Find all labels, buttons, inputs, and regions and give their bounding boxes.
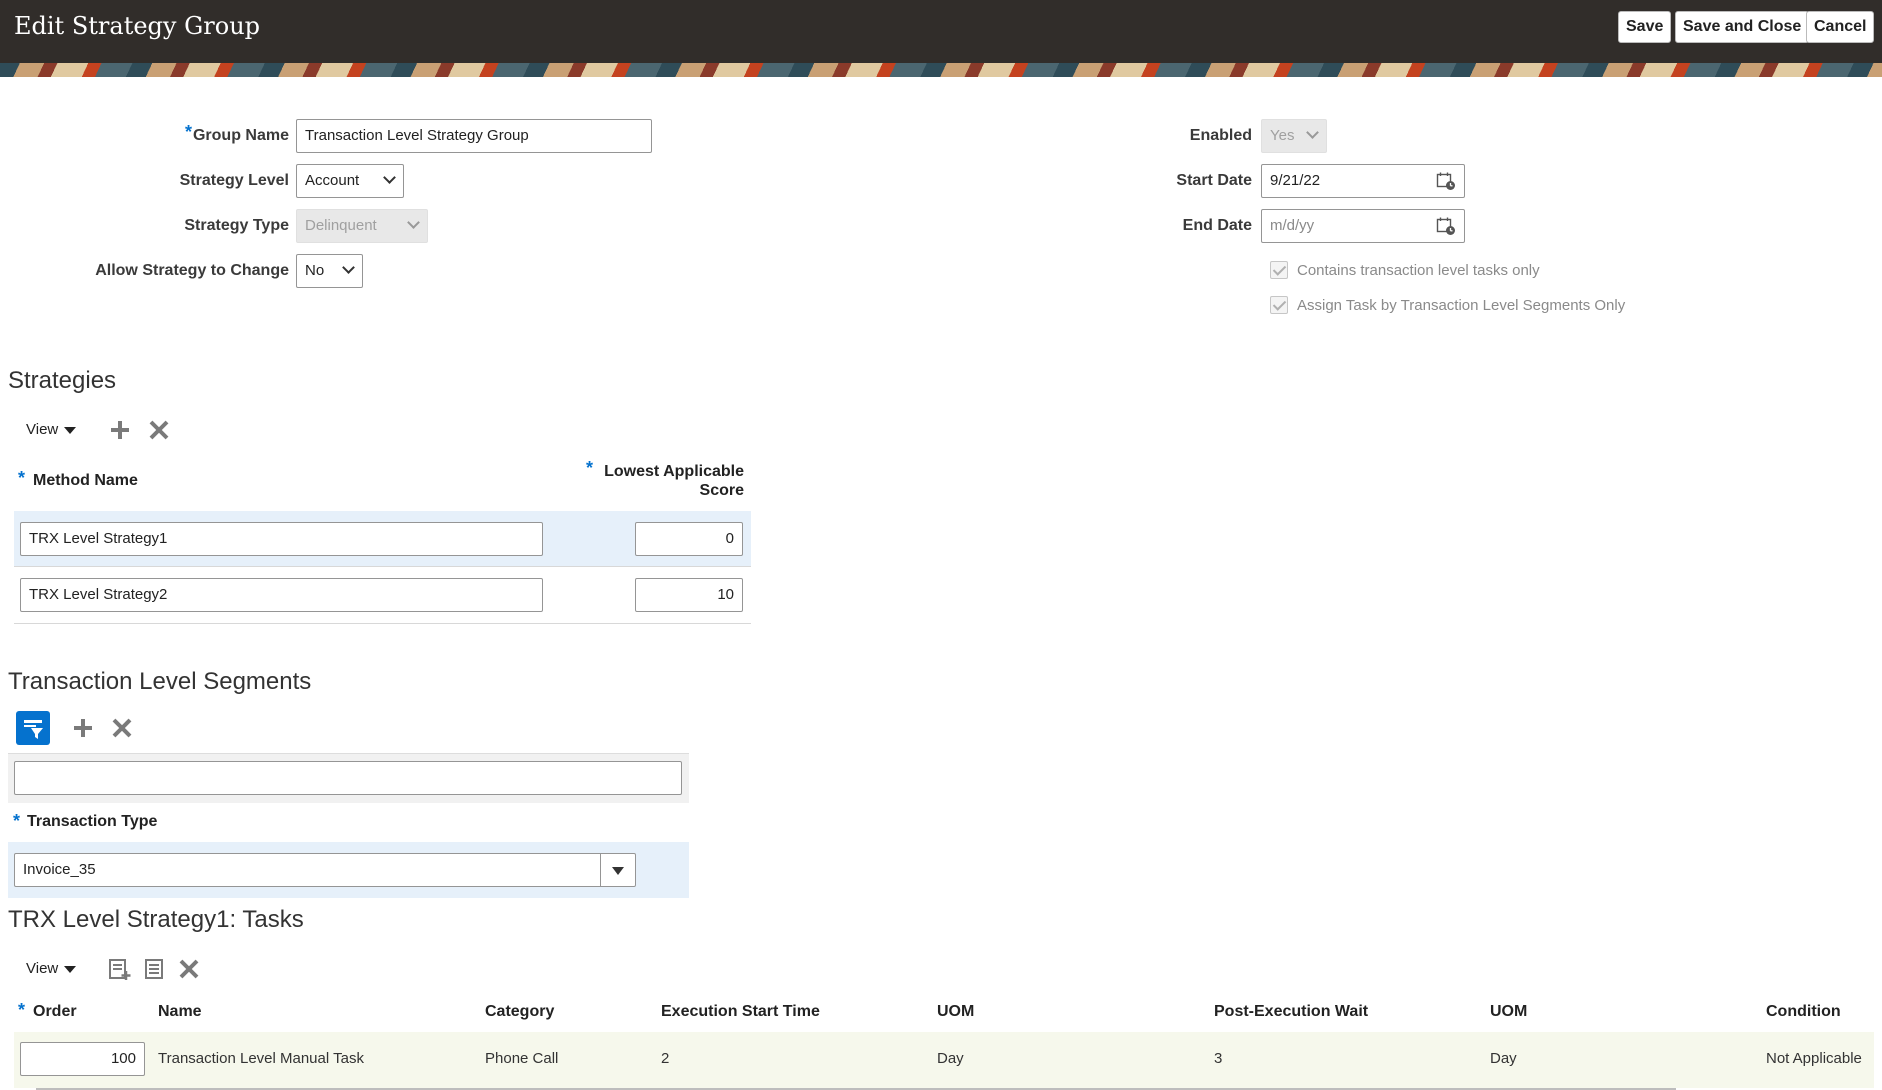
start-date-value: 9/21/22 <box>1270 172 1321 189</box>
col-name: Name <box>158 1003 202 1020</box>
calendar-icon[interactable] <box>1436 216 1456 236</box>
header-banner <box>0 63 1882 77</box>
details-icon[interactable] <box>142 957 166 981</box>
strategies-title: Strategies <box>8 367 117 394</box>
start-date-input[interactable]: 9/21/22 <box>1261 164 1465 198</box>
col-transaction-type: Transaction Type <box>27 813 158 830</box>
view-label: View <box>26 960 59 977</box>
strategy-type-label: Strategy Type <box>184 217 289 234</box>
task-uom: Day <box>937 1050 964 1067</box>
strategy-type-select: Delinquent <box>296 209 428 243</box>
enabled-select: Yes <box>1261 119 1327 153</box>
cancel-button[interactable]: Cancel <box>1806 11 1875 43</box>
assign-task-label: Assign Task by Transaction Level Segment… <box>1297 297 1626 314</box>
group-name-label: Group Name <box>192 127 289 144</box>
method-name-input[interactable]: TRX Level Strategy2 <box>20 578 543 612</box>
strategy-level-label: Strategy Level <box>179 172 289 189</box>
delete-icon[interactable] <box>177 957 201 981</box>
col-category: Category <box>485 1003 555 1020</box>
allow-change-select[interactable]: No <box>296 254 363 288</box>
assign-task-checkbox <box>1270 296 1288 314</box>
required-marker: * <box>18 1000 26 1020</box>
view-label: View <box>26 421 59 438</box>
segment-filter-input[interactable] <box>14 761 682 795</box>
row-divider <box>14 566 751 567</box>
caret-down-icon <box>612 867 624 875</box>
task-name: Transaction Level Manual Task <box>158 1050 364 1067</box>
calendar-icon[interactable] <box>1436 171 1456 191</box>
save-button[interactable]: Save <box>1618 11 1672 43</box>
order-input[interactable]: 100 <box>20 1042 145 1076</box>
end-date-placeholder: m/d/yy <box>1270 217 1315 234</box>
start-date-label: Start Date <box>1176 172 1252 189</box>
score-input[interactable]: 0 <box>635 522 743 556</box>
transaction-type-value: Invoice_35 <box>23 861 96 878</box>
chevron-down-icon <box>407 216 420 229</box>
method-name-input[interactable]: TRX Level Strategy1 <box>20 522 543 556</box>
allow-change-value: No <box>305 262 325 279</box>
required-marker: * <box>18 468 26 488</box>
strategies-view-menu[interactable]: View <box>26 421 77 438</box>
strategy-type-value: Delinquent <box>305 217 377 234</box>
col-score-line2: Score <box>699 482 744 499</box>
col-condition: Condition <box>1766 1003 1841 1020</box>
page-header: Edit Strategy Group Save Save and Close … <box>0 0 1882 64</box>
filter-icon <box>24 720 43 739</box>
chevron-down-icon <box>342 261 355 274</box>
dropdown-button[interactable] <box>600 854 635 886</box>
group-name-input[interactable]: Transaction Level Strategy Group <box>296 119 652 153</box>
allow-change-label: Allow Strategy to Change <box>95 262 289 279</box>
delete-icon[interactable] <box>110 716 134 740</box>
page-title: Edit Strategy Group <box>14 12 261 40</box>
end-date-input[interactable]: m/d/yy <box>1261 209 1465 243</box>
col-uom: UOM <box>937 1003 975 1020</box>
end-date-label: End Date <box>1182 217 1252 234</box>
chevron-down-icon <box>383 171 396 184</box>
strategy-level-select[interactable]: Account <box>296 164 404 198</box>
col-order: Order <box>33 1003 77 1020</box>
tasks-view-menu[interactable]: View <box>26 960 77 977</box>
task-category: Phone Call <box>485 1050 559 1067</box>
caret-down-icon <box>64 965 77 973</box>
delete-icon[interactable] <box>147 418 171 442</box>
col-execution-start-time: Execution Start Time <box>661 1003 820 1020</box>
add-icon[interactable] <box>108 418 132 442</box>
add-row-icon[interactable] <box>107 957 131 981</box>
col-post-execution-wait: Post-Execution Wait <box>1214 1003 1369 1020</box>
contains-trx-checkbox <box>1270 261 1288 279</box>
task-condition: Not Applicable <box>1766 1050 1862 1067</box>
contains-trx-label: Contains transaction level tasks only <box>1297 262 1540 279</box>
save-and-close-button[interactable]: Save and Close <box>1675 11 1810 43</box>
filter-button[interactable] <box>16 711 50 745</box>
score-input[interactable]: 10 <box>635 578 743 612</box>
transaction-type-combobox[interactable]: Invoice_35 <box>14 853 636 887</box>
caret-down-icon <box>64 426 77 434</box>
task-start-time: 2 <box>661 1050 670 1067</box>
chevron-down-icon <box>1306 126 1319 139</box>
tasks-title: TRX Level Strategy1: Tasks <box>8 906 304 933</box>
row-divider <box>14 623 751 624</box>
required-marker: * <box>13 811 21 831</box>
enabled-label: Enabled <box>1189 127 1252 144</box>
task-post-wait: 3 <box>1214 1050 1223 1067</box>
col-method-name: Method Name <box>33 472 138 489</box>
col-score-line1: Lowest Applicable <box>604 463 744 480</box>
enabled-value: Yes <box>1270 127 1295 144</box>
segments-title: Transaction Level Segments <box>8 668 312 695</box>
col-uom-2: UOM <box>1490 1003 1528 1020</box>
strategy-level-value: Account <box>305 172 360 189</box>
task-uom-2: Day <box>1490 1050 1517 1067</box>
add-icon[interactable] <box>71 716 95 740</box>
